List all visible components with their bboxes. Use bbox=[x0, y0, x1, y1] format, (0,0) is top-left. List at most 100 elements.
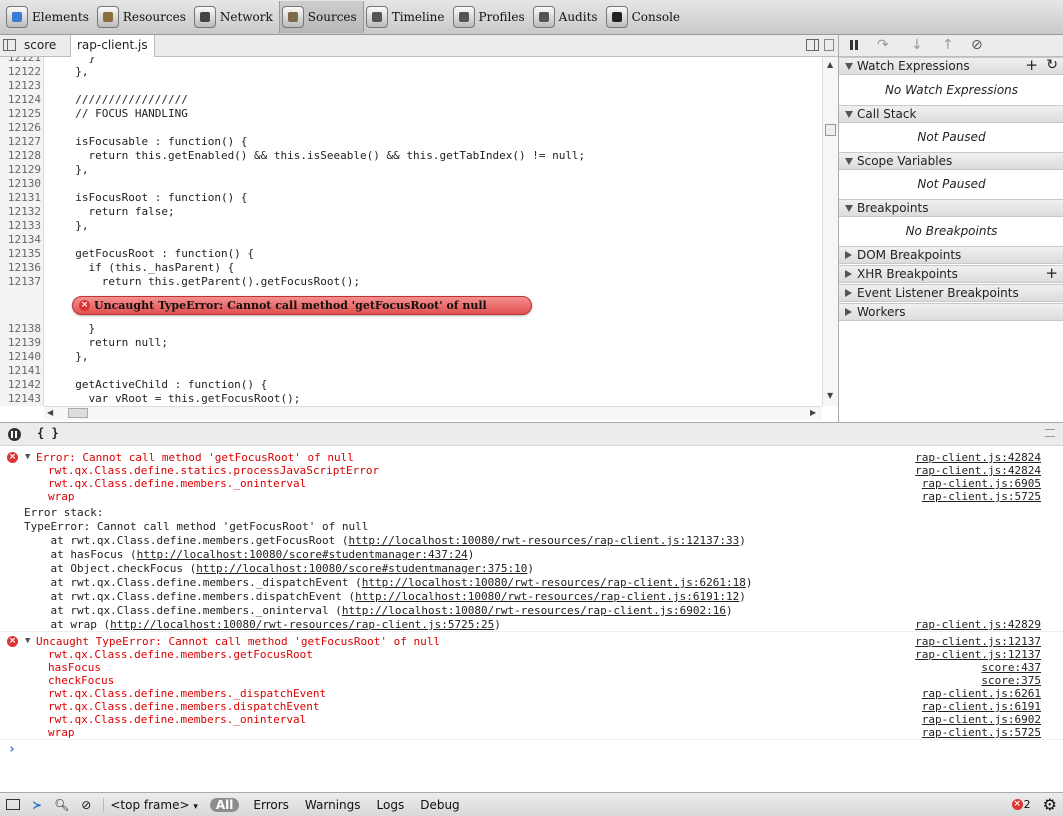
console-source-link[interactable]: rap-client.js:6902 bbox=[922, 713, 1041, 726]
console-source-link[interactable]: rap-client.js:5725 bbox=[922, 490, 1041, 503]
line-number[interactable]: 12132 bbox=[0, 205, 41, 219]
line-number[interactable]: 12141 bbox=[0, 364, 41, 378]
console-source-link[interactable]: rap-client.js:42829 bbox=[915, 618, 1041, 631]
toolbar-tab-profiles[interactable]: Profiles bbox=[451, 1, 531, 33]
filter-errors-button[interactable]: Errors bbox=[253, 798, 289, 812]
console-source-link[interactable]: rap-client.js:5725 bbox=[922, 726, 1041, 739]
pause-icon[interactable] bbox=[849, 39, 859, 51]
step-over-icon[interactable]: ↷ bbox=[877, 37, 889, 53]
scroll-left-icon[interactable]: ◀ bbox=[47, 408, 53, 417]
line-number[interactable]: 12135 bbox=[0, 247, 41, 261]
toolbar-tab-audits[interactable]: Audits bbox=[531, 1, 604, 33]
line-number[interactable]: 12143 bbox=[0, 392, 41, 406]
expanded-triangle-icon[interactable]: ▼ bbox=[25, 451, 30, 464]
scope-variables-header[interactable]: Scope Variables bbox=[839, 152, 1063, 170]
line-number[interactable]: 12139 bbox=[0, 336, 41, 350]
filter-logs-button[interactable]: Logs bbox=[377, 798, 405, 812]
split-panel-icon[interactable] bbox=[824, 39, 834, 51]
source-editor[interactable]: 12121 12122 12123 12124 12125 12126 12127 12128… bbox=[0, 57, 822, 406]
stack-trace-url[interactable]: http://localhost:10080/score#studentmana… bbox=[137, 548, 468, 561]
event-listener-breakpoints-header[interactable]: Event Listener Breakpoints bbox=[839, 284, 1063, 302]
clear-console-icon[interactable]: ⊘ bbox=[81, 798, 91, 812]
toolbar-tab-sources[interactable]: Sources bbox=[278, 1, 364, 33]
workers-header[interactable]: Workers bbox=[839, 303, 1063, 321]
dom-breakpoints-header[interactable]: DOM Breakpoints bbox=[839, 246, 1063, 264]
stack-trace-url[interactable]: http://localhost:10080/rwt-resources/rap… bbox=[355, 590, 739, 603]
navigator-tab-score[interactable]: score bbox=[18, 35, 62, 57]
scroll-thumb[interactable] bbox=[825, 124, 836, 136]
stack-trace-url[interactable]: http://localhost:10080/rwt-resources/rap… bbox=[362, 576, 746, 589]
console-prompt-icon[interactable]: › bbox=[8, 743, 16, 756]
watch-expressions-header[interactable]: Watch Expressions + ↻ bbox=[839, 57, 1063, 75]
line-number[interactable]: 12129 bbox=[0, 163, 41, 177]
deactivate-breakpoints-icon[interactable]: ⊘ bbox=[971, 37, 983, 53]
console-source-link[interactable]: rap-client.js:12137 bbox=[915, 635, 1041, 648]
scroll-down-icon[interactable]: ▼ bbox=[827, 391, 833, 400]
line-number[interactable]: 12140 bbox=[0, 350, 41, 364]
editor-vertical-scrollbar[interactable]: ▲ ▼ bbox=[822, 57, 838, 406]
line-number[interactable]: 12125 bbox=[0, 107, 41, 121]
filter-warnings-button[interactable]: Warnings bbox=[305, 798, 361, 812]
line-number[interactable]: 12127 bbox=[0, 135, 41, 149]
console-source-link[interactable]: rap-client.js:6905 bbox=[922, 477, 1041, 490]
step-out-icon[interactable]: ↑ bbox=[942, 37, 954, 53]
horizontal-scroll-thumb[interactable] bbox=[68, 408, 88, 418]
refresh-icon[interactable]: ↻ bbox=[1046, 57, 1058, 74]
filter-all-button[interactable]: All bbox=[209, 797, 240, 812]
line-number[interactable]: 12126 bbox=[0, 121, 41, 135]
pretty-print-button[interactable]: { } bbox=[37, 426, 59, 440]
line-number[interactable]: 12128 bbox=[0, 149, 41, 163]
console-source-link[interactable]: rap-client.js:6261 bbox=[922, 687, 1041, 700]
line-number[interactable]: 12121 bbox=[0, 57, 41, 65]
line-number[interactable]: 12136 bbox=[0, 261, 41, 275]
expanded-triangle-icon[interactable]: ▼ bbox=[25, 635, 30, 648]
line-number[interactable]: 12131 bbox=[0, 191, 41, 205]
drag-handle-icon[interactable] bbox=[1045, 429, 1055, 437]
call-stack-header[interactable]: Call Stack bbox=[839, 105, 1063, 123]
toolbar-tab-resources[interactable]: Resources bbox=[95, 1, 192, 33]
add-icon[interactable]: + bbox=[1045, 265, 1058, 282]
step-into-icon[interactable]: ↓ bbox=[911, 37, 923, 53]
stack-trace-url[interactable]: http://localhost:10080/rwt-resources/rap… bbox=[349, 534, 740, 547]
filter-debug-button[interactable]: Debug bbox=[420, 798, 459, 812]
file-tab-rap-client[interactable]: rap-client.js bbox=[70, 35, 155, 57]
line-number[interactable]: 12122 bbox=[0, 65, 41, 79]
add-icon[interactable]: + bbox=[1025, 57, 1038, 74]
console-source-link[interactable]: score:375 bbox=[981, 674, 1041, 687]
toolbar-tab-console[interactable]: Console bbox=[604, 1, 686, 33]
line-number[interactable]: 12123 bbox=[0, 79, 41, 93]
console-source-link[interactable]: rap-client.js:42824 bbox=[915, 464, 1041, 477]
pause-on-exceptions-icon[interactable] bbox=[8, 428, 21, 441]
line-number[interactable]: 12130 bbox=[0, 177, 41, 191]
stack-trace-url[interactable]: http://localhost:10080/rwt-resources/rap… bbox=[110, 618, 494, 631]
line-number[interactable]: 12138 bbox=[0, 322, 41, 336]
scroll-right-icon[interactable]: ▶ bbox=[810, 408, 816, 417]
line-number[interactable]: 12133 bbox=[0, 219, 41, 233]
toolbar-tab-timeline[interactable]: Timeline bbox=[364, 1, 451, 33]
stack-trace-url[interactable]: http://localhost:10080/rwt-resources/rap… bbox=[342, 604, 726, 617]
console-source-link[interactable]: rap-client.js:42824 bbox=[915, 451, 1041, 464]
search-icon[interactable]: 🔍︎ bbox=[54, 798, 69, 812]
line-number[interactable]: 12142 bbox=[0, 378, 41, 392]
console-source-link[interactable]: score:437 bbox=[981, 661, 1041, 674]
line-number[interactable]: 12137 bbox=[0, 275, 41, 289]
settings-gear-icon[interactable]: ⚙ bbox=[1043, 795, 1057, 814]
line-number[interactable]: 12124 bbox=[0, 93, 41, 107]
console-drawer-icon[interactable]: ≻ bbox=[32, 798, 42, 812]
dock-icon[interactable] bbox=[6, 799, 20, 810]
frame-selector[interactable]: <top frame> ▾ bbox=[103, 797, 198, 812]
toolbar-tab-elements[interactable]: Elements bbox=[4, 1, 95, 33]
line-number[interactable]: 12134 bbox=[0, 233, 41, 247]
xhr-breakpoints-header[interactable]: XHR Breakpoints + bbox=[839, 265, 1063, 283]
console-output[interactable]: × ▼ Error: Cannot call method 'getFocusRoo… bbox=[0, 446, 1063, 792]
navigator-toggle-icon[interactable] bbox=[3, 39, 16, 51]
console-source-link[interactable]: rap-client.js:12137 bbox=[915, 648, 1041, 661]
breakpoints-header[interactable]: Breakpoints bbox=[839, 199, 1063, 217]
stack-trace-url[interactable]: http://localhost:10080/score#studentmana… bbox=[196, 562, 527, 575]
toggle-debugger-icon[interactable] bbox=[806, 39, 819, 51]
error-counter[interactable]: × 2 bbox=[1011, 798, 1031, 811]
editor-horizontal-scrollbar[interactable]: ◀ ▶ bbox=[44, 406, 822, 420]
scroll-up-icon[interactable]: ▲ bbox=[827, 60, 833, 69]
toolbar-tab-network[interactable]: Network bbox=[192, 1, 279, 33]
console-source-link[interactable]: rap-client.js:6191 bbox=[922, 700, 1041, 713]
